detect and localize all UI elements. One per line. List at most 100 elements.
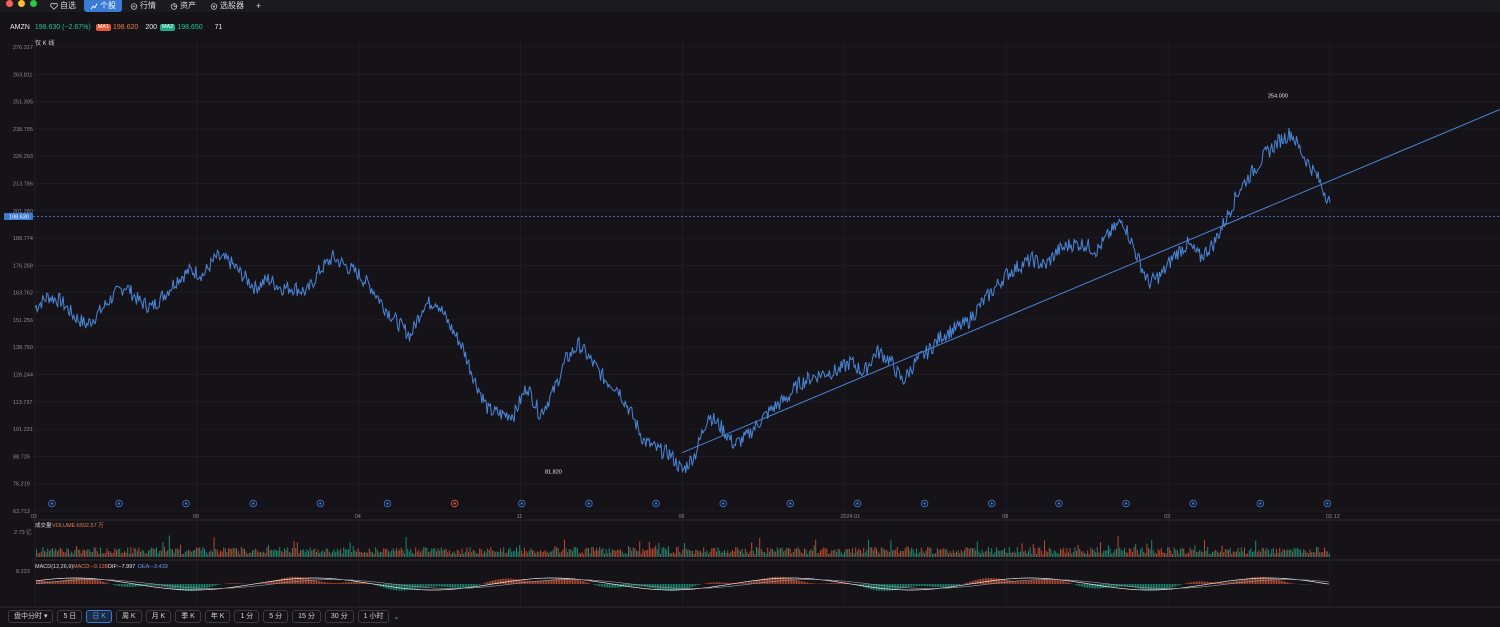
volume-bar	[973, 547, 975, 557]
volume-bar	[1071, 553, 1073, 557]
macd-bar	[453, 584, 455, 588]
time-axis: 02 09 04 11 06 2024.01 08 03 02.12	[31, 514, 1340, 520]
volume-bar	[952, 549, 954, 557]
macd-bar	[722, 582, 724, 584]
macd-bar	[424, 584, 426, 588]
volume-bar	[1045, 550, 1047, 557]
x-tick-label: 06	[679, 514, 685, 520]
volume-bar	[424, 547, 426, 557]
macd-bar	[904, 584, 906, 588]
macd-bar	[1191, 582, 1193, 584]
volume-bar	[271, 549, 273, 557]
macd-bar	[1028, 580, 1029, 584]
volume-bar	[1202, 552, 1204, 557]
macd-bar	[775, 576, 777, 584]
volume-bar	[632, 547, 634, 557]
macd-bar	[412, 584, 413, 590]
macd-bar	[951, 584, 953, 587]
period-1min-button[interactable]: 1 分	[234, 610, 260, 623]
macd-bar	[1271, 578, 1273, 584]
macd-bar	[159, 584, 161, 587]
period-yearly-button[interactable]: 年 K	[204, 610, 231, 623]
macd-bar	[309, 578, 311, 584]
macd-bar	[861, 584, 863, 587]
macd-bar	[455, 584, 457, 588]
volume-bar	[645, 549, 647, 557]
volume-bar	[1258, 550, 1260, 557]
volume-bar	[301, 549, 303, 557]
volume-bar	[90, 551, 92, 557]
volume-bar	[892, 550, 893, 557]
period-monthly-button[interactable]: 月 K	[145, 610, 172, 623]
volume-bar	[1013, 551, 1015, 557]
volume-bar	[148, 550, 149, 557]
volume-bar	[365, 552, 367, 557]
volume-bar	[810, 548, 812, 557]
macd-bar	[976, 579, 978, 584]
volume-bar	[568, 548, 570, 557]
macd-bar	[575, 579, 577, 584]
y-tick-label: 151.256	[13, 318, 33, 324]
volume-bar	[471, 552, 473, 557]
trend-line[interactable]	[682, 109, 1500, 453]
volume-bar	[621, 551, 623, 557]
period-daily-button[interactable]: 日 K	[86, 610, 112, 623]
volume-bar	[1261, 548, 1263, 557]
macd-bar	[1234, 581, 1236, 584]
volume-bar	[1124, 547, 1125, 557]
volume-bar	[1034, 548, 1036, 557]
period-15min-button[interactable]: 15 分	[292, 610, 321, 623]
chevron-down-icon[interactable]: ⌄	[393, 613, 399, 621]
volume-bar	[1196, 552, 1197, 557]
macd-bar	[204, 584, 205, 589]
macd-bar	[898, 584, 900, 590]
macd-bar	[1290, 583, 1292, 584]
volume-bar	[784, 550, 786, 557]
volume-bar	[660, 553, 661, 557]
volume-bar	[493, 551, 495, 557]
volume-bar	[908, 547, 909, 557]
macd-bar	[984, 578, 986, 584]
macd-bar	[596, 584, 597, 586]
volume-bar	[616, 549, 618, 557]
period-intraday-button[interactable]: 盘中分时 ▾	[8, 610, 54, 623]
price-chart[interactable]: 276.317 263.811 251.305 238.795 226.293 213.7…	[0, 0, 1500, 610]
macd-bar	[564, 578, 565, 584]
volume-bar	[975, 550, 977, 557]
volume-bar	[482, 553, 484, 557]
volume-bar	[519, 545, 521, 557]
macd-bar	[330, 582, 332, 584]
macd-bar	[1004, 579, 1005, 584]
macd-bar	[604, 584, 605, 588]
macd-bar	[943, 584, 945, 588]
macd-bar	[87, 578, 89, 584]
volume-bar	[520, 550, 522, 557]
volume-bar	[807, 553, 809, 557]
macd-bar	[210, 584, 212, 587]
period-5min-button[interactable]: 5 分	[263, 610, 289, 623]
volume-bar	[874, 547, 876, 557]
macd-bar	[1060, 580, 1061, 584]
period-weekly-button[interactable]: 周 K	[115, 610, 142, 623]
period-30min-button[interactable]: 30 分	[324, 610, 354, 623]
macd-bar	[711, 582, 713, 584]
volume-bar	[719, 550, 721, 557]
volume-bar	[141, 550, 143, 557]
macd-bar	[1002, 579, 1004, 584]
volume-bar	[160, 550, 162, 557]
volume-bar	[1119, 547, 1121, 557]
macd-bar	[799, 580, 801, 584]
macd-bar	[130, 584, 132, 587]
volume-bar	[668, 546, 669, 557]
period-quarterly-button[interactable]: 季 K	[175, 610, 201, 623]
period-5day-button[interactable]: 5 日	[57, 610, 83, 623]
period-1hour-button[interactable]: 1 小时	[357, 610, 390, 623]
macd-bar	[789, 578, 791, 584]
macd-bar	[1069, 583, 1071, 584]
volume-bar	[152, 548, 154, 557]
volume-bar	[832, 550, 834, 557]
macd-bar	[922, 584, 924, 586]
macd-bar	[68, 579, 69, 584]
macd-bar	[487, 582, 489, 584]
volume-bar	[1111, 553, 1113, 557]
